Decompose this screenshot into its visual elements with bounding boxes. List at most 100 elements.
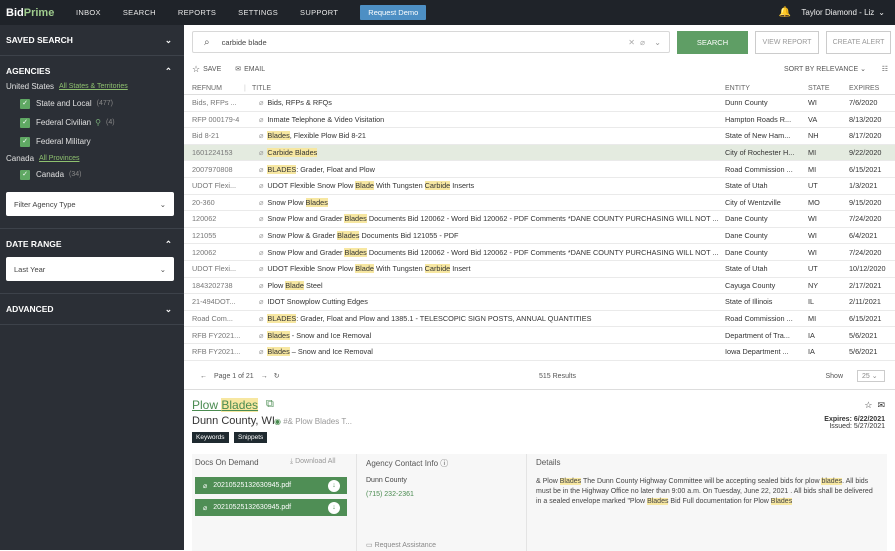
email-icon[interactable]: ✉ [235, 65, 241, 73]
expires-date: Expires: 6/22/2021 [824, 416, 885, 423]
table-row[interactable]: UDOT Flexi... ⌀ UDOT Flexible Snow Plow Bl… [184, 261, 895, 278]
prev-page-icon[interactable]: ← [200, 373, 207, 380]
request-demo-button[interactable]: Request Demo [360, 5, 427, 20]
search-query[interactable]: carbide blade [222, 38, 267, 47]
clear-icon[interactable]: ✕ [628, 38, 635, 47]
download-icon[interactable]: ↓ [328, 501, 340, 514]
info-icon[interactable]: ⓘ [440, 459, 448, 468]
entity-cell: Road Commission ... [725, 314, 793, 324]
table-row[interactable]: 121055 ⌀ Snow Plow & Grader Blades Documen… [184, 228, 895, 245]
table-row[interactable]: UDOT Flexi... ⌀ UDOT Flexible Snow Plow Bl… [184, 178, 895, 195]
pdf-file-item[interactable]: ⌀ 20210525132630945.pdf ↓ [195, 477, 347, 494]
agency-option[interactable]: ✓ Federal Civilian ⚲ (4) [0, 113, 184, 132]
keywords-tag[interactable]: Keywords [192, 432, 229, 443]
title-cell[interactable]: ⌀ Plow Blade Steel [252, 280, 721, 290]
title-cell[interactable]: ⌀ Bids, RFPs & RFQs [252, 98, 721, 107]
title-cell[interactable]: ⌀ Blades, Flexible Plow Bid 8-21 [252, 131, 721, 141]
chevron-down-icon[interactable]: ⌄ [165, 35, 172, 46]
contact-name: Dunn County [366, 477, 407, 484]
page-size-select[interactable]: 25 ⌄ [857, 370, 885, 382]
nav-inbox[interactable]: INBOX [76, 8, 101, 17]
table-row[interactable]: Bids, RFPs ... ⌀ Bids, RFPs & RFQs Dunn Cou… [184, 95, 895, 112]
title-cell[interactable]: ⌀ Inmate Telephone & Video Visitation [252, 115, 721, 124]
chevron-up-icon[interactable]: ⌃ [165, 66, 172, 77]
external-link-icon[interactable]: ⧉ [266, 398, 274, 411]
title-cell[interactable]: ⌀ BLADES: Grader, Float and Plow [252, 164, 721, 174]
nav-search[interactable]: SEARCH [123, 8, 156, 17]
title-cell[interactable]: ⌀ UDOT Flexible Snow Plow Blade With Tung… [252, 181, 721, 191]
title-cell[interactable]: ⌀ Blades – Snow and Ice Removal [252, 347, 721, 357]
email-icon[interactable]: ✉ [877, 400, 885, 410]
all-provinces-link[interactable]: All Provinces [39, 155, 79, 162]
chevron-down-icon[interactable]: ⌄ [165, 304, 172, 315]
search-button[interactable]: SEARCH [677, 31, 748, 54]
country-canada: Canada [6, 153, 35, 163]
table-row[interactable]: 20-360 ⌀ Snow Plow Blades City of Wentzvill… [184, 195, 895, 212]
pdf-file-item[interactable]: ⌀ 20210525132630945.pdf ↓ [195, 499, 347, 516]
table-row[interactable]: RFB FY2021... ⌀ Blades - Snow and Ice Remo… [184, 327, 895, 344]
table-row[interactable]: 2007970808 ⌀ BLADES: Grader, Float and Plo… [184, 161, 895, 178]
table-row[interactable]: RFB FY2021... ⌀ Blades – Snow and Ice Remo… [184, 344, 895, 361]
advanced-section[interactable]: ADVANCED ⌄ [0, 294, 184, 324]
download-icon[interactable]: ↓ [328, 479, 340, 492]
chevron-down-icon[interactable]: ⌄ [654, 38, 661, 47]
table-row[interactable]: Bid 8-21 ⌀ Blades, Flexible Plow Bid 8-21 S… [184, 128, 895, 145]
checkbox-checked[interactable]: ✓ [20, 117, 30, 128]
title-cell[interactable]: ⌀ UDOT Flexible Snow Plow Blade With Tung… [252, 264, 721, 274]
sort-dropdown[interactable]: SORT BY RELEVANCE ⌄ [784, 65, 866, 73]
view-report-button[interactable]: VIEW REPORT [755, 31, 819, 54]
title-cell[interactable]: ⌀ Carbide Blades [252, 148, 721, 158]
checkbox-checked[interactable]: ✓ [20, 169, 30, 180]
all-states-link[interactable]: All States & Territories [59, 83, 128, 90]
checkbox-checked[interactable]: ✓ [20, 98, 30, 109]
title-cell[interactable]: ⌀ BLADES: Grader, Float and Plow and 1385… [252, 314, 721, 324]
email-button[interactable]: EMAIL [244, 66, 265, 73]
bidprime-logo[interactable]: BidPrime [6, 7, 58, 19]
detail-title[interactable]: Plow Blades [192, 398, 259, 412]
date-range-select[interactable]: Last Year ⌄ [6, 257, 174, 281]
refresh-icon[interactable]: ↻ [274, 372, 280, 380]
table-row[interactable]: RFP 000179-4 ⌀ Inmate Telephone & Video Vi… [184, 112, 895, 129]
paperclip-icon: ⌀ [259, 114, 264, 124]
title-cell[interactable]: ⌀ Blades - Snow and Ice Removal [252, 330, 721, 340]
search-input[interactable]: ⌕ carbide blade ✕ ⌀ ⌄ [192, 31, 670, 53]
chevron-up-icon[interactable]: ⌃ [165, 239, 172, 250]
star-icon[interactable]: ☆ [864, 400, 872, 410]
agency-option[interactable]: ✓ State and Local (477) [0, 94, 184, 113]
table-row[interactable]: Road Com... ⌀ BLADES: Grader, Float and Pl… [184, 311, 895, 328]
table-row[interactable]: 21-494DOT... ⌀ IDOT Snowplow Cutting Edges… [184, 294, 895, 311]
agency-option[interactable]: ✓ Canada (34) [0, 165, 184, 184]
star-icon[interactable]: ☆ [192, 64, 200, 75]
request-assistance-button[interactable]: ▭ Request Assistance [366, 541, 436, 549]
table-row[interactable]: 1601224153 ⌀ Carbide Blades City of Rochest… [184, 144, 895, 162]
title-cell[interactable]: ⌀ Snow Plow & Grader Blades Documents Bid… [252, 231, 721, 241]
chevron-down-icon[interactable]: ⌄ [878, 8, 885, 17]
state-cell: VA [808, 114, 818, 124]
title-cell[interactable]: ⌀ IDOT Snowplow Cutting Edges [252, 297, 721, 306]
nav-reports[interactable]: REPORTS [178, 8, 216, 17]
table-row[interactable]: 120062 ⌀ Snow Plow and Grader Blades Docum… [184, 244, 895, 261]
title-cell[interactable]: ⌀ Snow Plow Blades [252, 197, 721, 207]
snippets-tag[interactable]: Snippets [234, 432, 268, 443]
save-button[interactable]: SAVE [203, 66, 221, 73]
saved-search-section[interactable]: SAVED SEARCH ⌄ [0, 25, 184, 55]
nav-settings[interactable]: SETTINGS [238, 8, 278, 17]
table-row[interactable]: 120062 ⌀ Snow Plow and Grader Blades Docum… [184, 211, 895, 228]
title-cell[interactable]: ⌀ Snow Plow and Grader Blades Documents B… [252, 214, 721, 224]
nav-support[interactable]: SUPPORT [300, 8, 338, 17]
checkbox-checked[interactable]: ✓ [20, 136, 30, 147]
user-menu[interactable]: Taylor Diamond - Liz [801, 8, 874, 17]
date-range-section[interactable]: DATE RANGE ⌃ [0, 229, 184, 259]
agency-option[interactable]: ✓ Federal Military [0, 132, 184, 151]
download-all-button[interactable]: ⤓ Download All [290, 458, 336, 466]
table-row[interactable]: 1843202738 ⌀ Plow Blade Steel Cayuga County… [184, 278, 895, 295]
paperclip-icon[interactable]: ⌀ [640, 38, 645, 47]
create-alert-button[interactable]: CREATE ALERT [826, 31, 891, 54]
expires-cell: 6/4/2021 [849, 231, 878, 241]
filter-sliders-icon[interactable]: ☷ [882, 65, 888, 73]
bell-icon[interactable]: 🔔 [779, 7, 791, 18]
agency-type-select[interactable]: Filter Agency Type ⌄ [6, 192, 174, 216]
next-page-icon[interactable]: → [261, 373, 268, 380]
title-cell[interactable]: ⌀ Snow Plow and Grader Blades Documents B… [252, 247, 721, 257]
contact-phone[interactable]: (715) 232-2361 [366, 491, 414, 498]
